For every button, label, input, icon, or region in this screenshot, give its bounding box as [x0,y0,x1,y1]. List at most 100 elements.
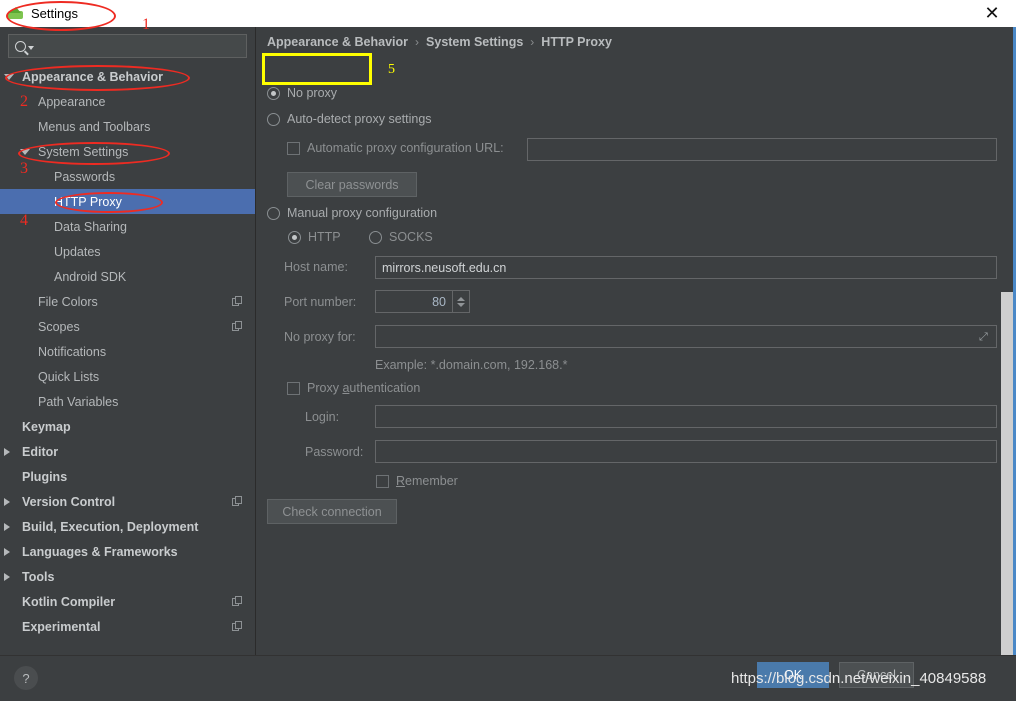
auto-detect-label: Auto-detect proxy settings [287,112,432,126]
sidebar-item-quick-lists[interactable]: Quick Lists [0,364,255,389]
copy-icon[interactable] [232,321,243,332]
sidebar-item-passwords[interactable]: Passwords [0,164,255,189]
sidebar-item-languages-frameworks[interactable]: Languages & Frameworks [0,539,255,564]
proxy-auth-row[interactable]: Proxy authentication [287,381,420,395]
sidebar-item-kotlin-compiler[interactable]: Kotlin Compiler [0,589,255,614]
tree-spacer[interactable] [20,348,34,356]
chevron-right-icon[interactable] [4,448,18,456]
socks-radio-row[interactable]: SOCKS [369,230,433,244]
tree-spacer[interactable] [36,248,50,256]
tree-spacer[interactable] [4,623,18,631]
tree-spacer[interactable] [4,423,18,431]
tree-spacer[interactable] [4,473,18,481]
copy-icon[interactable] [232,296,243,307]
sidebar-item-appearance-behavior[interactable]: Appearance & Behavior [0,64,255,89]
chevron-right-icon[interactable] [4,498,18,506]
search-field[interactable] [8,34,247,58]
manual-proxy-radio-row[interactable]: Manual proxy configuration [267,206,437,220]
http-radio[interactable] [288,231,301,244]
auto-config-url-row[interactable]: Automatic proxy configuration URL: [287,141,504,155]
sidebar-item-data-sharing[interactable]: Data Sharing [0,214,255,239]
copy-icon[interactable] [232,621,243,632]
http-radio-row[interactable]: HTTP [288,230,341,244]
expand-icon[interactable]: ⤢ [979,331,991,343]
chevron-right-icon[interactable] [4,573,18,581]
sidebar-item-label: Path Variables [38,395,118,409]
scrollbar-thumb[interactable] [1001,27,1013,292]
auto-detect-radio[interactable] [267,113,280,126]
sidebar-item-notifications[interactable]: Notifications [0,339,255,364]
port-number-stepper[interactable] [453,290,470,313]
password-input[interactable] [375,440,997,463]
remember-checkbox[interactable] [376,475,389,488]
close-icon[interactable]: ✕ [977,3,1007,25]
login-input[interactable] [375,405,997,428]
breadcrumb: Appearance & Behavior › System Settings … [267,35,612,49]
triangle-right-icon[interactable] [4,573,10,581]
port-number-input[interactable]: 80 [375,290,453,313]
socks-radio[interactable] [369,231,382,244]
annotation-number-5: 5 [388,62,395,78]
sidebar-item-menus-and-toolbars[interactable]: Menus and Toolbars [0,114,255,139]
sidebar-item-editor[interactable]: Editor [0,439,255,464]
sidebar-item-label: Notifications [38,345,106,359]
sidebar-item-tools[interactable]: Tools [0,564,255,589]
tree-spacer[interactable] [20,298,34,306]
tree-spacer[interactable] [20,373,34,381]
sidebar-item-file-colors[interactable]: File Colors [0,289,255,314]
triangle-right-icon[interactable] [4,523,10,531]
annotation-number-4: 4 [20,212,28,230]
sidebar-item-version-control[interactable]: Version Control [0,489,255,514]
tree-spacer[interactable] [36,173,50,181]
no-proxy-for-input[interactable]: ⤢ [375,325,997,348]
sidebar-item-experimental[interactable]: Experimental [0,614,255,639]
tree-spacer[interactable] [20,398,34,406]
sidebar-item-plugins[interactable]: Plugins [0,464,255,489]
tree-spacer[interactable] [36,198,50,206]
check-connection-button[interactable]: Check connection [267,499,397,524]
http-proxy-panel: Appearance & Behavior › System Settings … [257,27,1001,655]
sidebar-item-build-execution-deployment[interactable]: Build, Execution, Deployment [0,514,255,539]
sidebar-item-updates[interactable]: Updates [0,239,255,264]
copy-icon[interactable] [232,596,243,607]
triangle-right-icon[interactable] [4,448,10,456]
sidebar-item-http-proxy[interactable]: HTTP Proxy [0,189,255,214]
no-proxy-radio-row[interactable]: No proxy [267,86,337,100]
auto-detect-radio-row[interactable]: Auto-detect proxy settings [267,112,432,126]
triangle-right-icon[interactable] [4,498,10,506]
manual-proxy-radio[interactable] [267,207,280,220]
tree-spacer[interactable] [20,323,34,331]
triangle-down-icon[interactable] [4,74,14,80]
chevron-right-icon[interactable] [4,523,18,531]
search-input[interactable] [34,39,246,53]
triangle-down-icon[interactable] [20,149,30,155]
auto-config-url-checkbox[interactable] [287,142,300,155]
tree-spacer[interactable] [36,223,50,231]
vertical-scrollbar[interactable] [1001,27,1013,655]
sidebar-item-appearance[interactable]: Appearance [0,89,255,114]
auto-config-url-input[interactable] [527,138,997,161]
sidebar-item-system-settings[interactable]: System Settings [0,139,255,164]
sidebar-item-android-sdk[interactable]: Android SDK [0,264,255,289]
tree-spacer[interactable] [4,598,18,606]
chevron-down-icon[interactable] [20,149,34,155]
no-proxy-radio[interactable] [267,87,280,100]
stepper-down-icon[interactable] [457,303,465,307]
socks-label: SOCKS [389,230,433,244]
sidebar-item-label: Scopes [38,320,80,334]
chevron-down-icon[interactable] [4,74,18,80]
remember-row[interactable]: Remember [376,474,458,488]
clear-passwords-button[interactable]: Clear passwords [287,172,417,197]
help-icon[interactable]: ? [14,666,38,690]
host-name-input[interactable]: mirrors.neusoft.edu.cn [375,256,997,279]
stepper-up-icon[interactable] [457,297,465,301]
chevron-right-icon[interactable] [4,548,18,556]
tree-spacer[interactable] [20,123,34,131]
tree-spacer[interactable] [36,273,50,281]
copy-icon[interactable] [232,496,243,507]
proxy-auth-checkbox[interactable] [287,382,300,395]
sidebar-item-scopes[interactable]: Scopes [0,314,255,339]
sidebar-item-keymap[interactable]: Keymap [0,414,255,439]
sidebar-item-path-variables[interactable]: Path Variables [0,389,255,414]
triangle-right-icon[interactable] [4,548,10,556]
